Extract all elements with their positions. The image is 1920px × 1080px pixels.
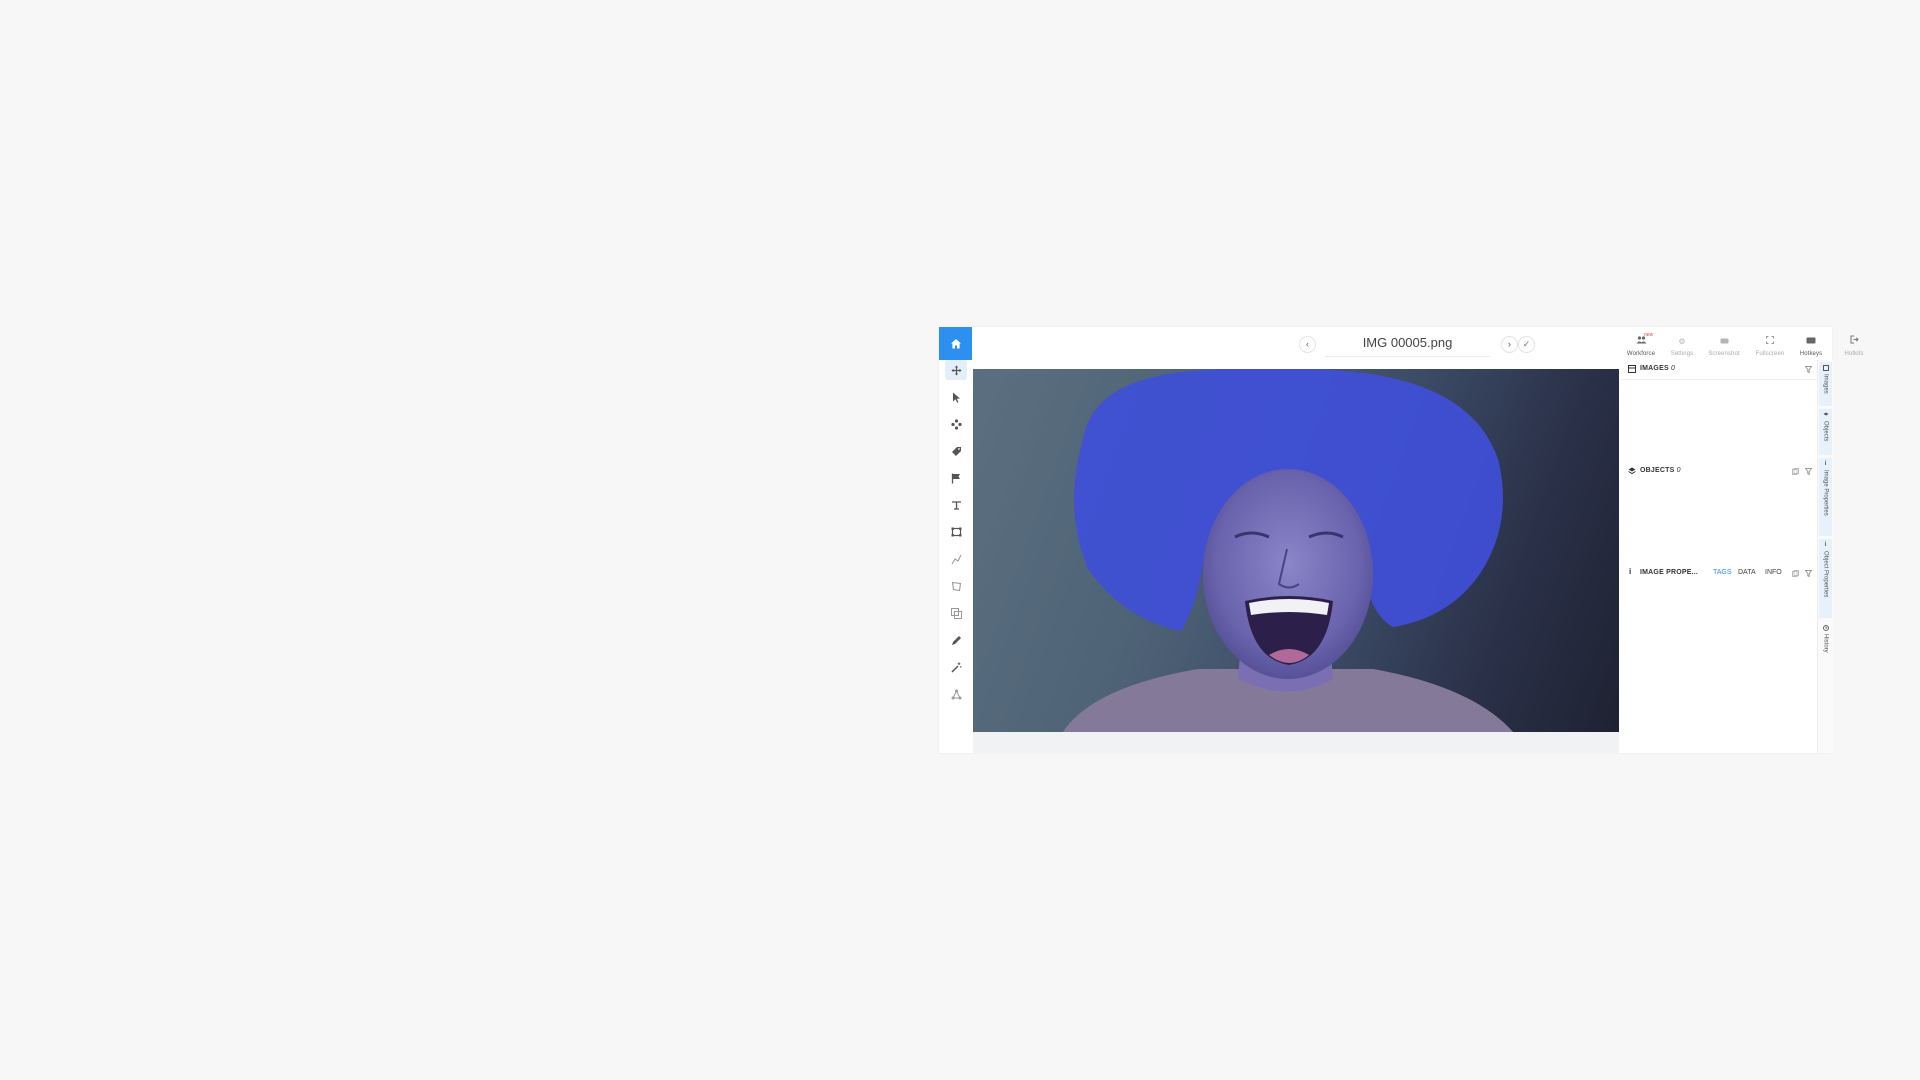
filter-icon[interactable] [1805, 570, 1812, 577]
new-badge: new [1644, 332, 1654, 338]
confirm-button[interactable]: ✓ [1518, 336, 1535, 353]
rightbar-object-properties-label: Object Properties [1822, 551, 1829, 598]
right-tab-bar: Images Objects i Image Properties i Obje… [1817, 360, 1833, 753]
hotkeys-label: Hotkeys [1799, 351, 1823, 357]
info-icon: i [1824, 542, 1827, 548]
images-label: IMAGES 0 [1640, 365, 1676, 372]
images-icon [1822, 365, 1829, 371]
tab-info[interactable]: INFO [1765, 569, 1782, 576]
clock-icon [1822, 625, 1829, 631]
info-icon: i [1824, 461, 1827, 467]
chevron-right-icon: › [1508, 339, 1511, 349]
graph-icon [951, 689, 961, 699]
rightbar-images[interactable]: Images [1819, 362, 1832, 406]
image-canvas[interactable] [973, 369, 1619, 732]
gear-icon: ⚙ [1678, 337, 1686, 346]
pen-tool[interactable] [945, 630, 967, 650]
magic-wand-tool[interactable] [945, 657, 967, 677]
rightbar-objects[interactable]: Objects [1819, 409, 1832, 455]
tab-tags[interactable]: TAGS [1713, 569, 1732, 576]
filter-icon[interactable] [1805, 366, 1812, 373]
settings-label: Settings [1670, 351, 1694, 357]
rightbar-images-label: Images [1822, 374, 1829, 394]
tab-data[interactable]: DATA [1738, 569, 1756, 576]
annotation-app: ‹ IMG 00005.png › ✓ new Workforce ⚙ Sett… [939, 327, 1863, 753]
pointer-tool[interactable] [945, 387, 967, 407]
tag-tool[interactable] [945, 441, 967, 461]
divider [1621, 379, 1817, 380]
layers-icon [1628, 467, 1636, 475]
screenshot-label: Screenshot [1708, 351, 1740, 357]
move-icon [951, 365, 961, 375]
home-button[interactable] [939, 327, 972, 360]
annotated-photo [1063, 369, 1513, 732]
images-section-header[interactable]: IMAGES 0 [1621, 363, 1817, 377]
check-icon: ✓ [1522, 339, 1531, 349]
rightbar-objects-label: Objects [1822, 421, 1829, 442]
flag-tool[interactable] [945, 468, 967, 488]
prev-image-button[interactable]: ‹ [1299, 336, 1316, 353]
rightbar-image-properties[interactable]: i Image Properties [1819, 458, 1832, 536]
objects-count: 0 [1676, 467, 1681, 474]
objects-label: OBJECTS 0 [1640, 467, 1681, 474]
pen-icon [951, 635, 961, 645]
filter-icon[interactable] [1805, 468, 1812, 475]
fullscreen-label: Fullscreen [1755, 351, 1785, 357]
canvas-footer [973, 732, 1619, 753]
home-icon [950, 338, 961, 348]
rightbar-history-label: History [1822, 634, 1829, 653]
rightbar-history[interactable]: History [1819, 622, 1832, 662]
move-tool[interactable] [945, 360, 967, 380]
workforce-label: Workforce [1626, 351, 1656, 357]
magic-wand-icon [950, 662, 961, 673]
workforce-button[interactable]: new Workforce [1621, 331, 1661, 357]
screenshot-button[interactable]: Screenshot [1704, 331, 1744, 357]
layers-icon [950, 607, 962, 619]
exit-button[interactable]: Hotkits [1834, 331, 1874, 357]
polygon-icon [951, 581, 961, 591]
top-bar: ‹ IMG 00005.png › ✓ new Workforce ⚙ Sett… [972, 327, 1863, 360]
fullscreen-button[interactable]: Fullscreen [1750, 331, 1790, 357]
copy-icon[interactable] [1792, 570, 1799, 577]
rectangle-tool[interactable] [945, 522, 967, 542]
image-properties-label: IMAGE PROPE... [1640, 569, 1699, 576]
pointer-icon [952, 392, 960, 403]
flag-icon [951, 473, 960, 483]
keyboard-icon [1806, 337, 1816, 344]
polygon-tool[interactable] [945, 576, 967, 596]
hotkeys-button[interactable]: Hotkeys [1791, 331, 1831, 357]
fullscreen-icon [1766, 336, 1774, 344]
left-toolbar [939, 360, 972, 753]
settings-button[interactable]: ⚙ Settings [1662, 331, 1702, 357]
pan-tool[interactable] [945, 414, 967, 434]
tag-icon [951, 446, 961, 456]
polyline-icon [951, 554, 961, 564]
camera-icon [1720, 338, 1728, 344]
keypoint-icon [951, 500, 961, 510]
graph-tool[interactable] [945, 684, 967, 704]
images-count: 0 [1670, 365, 1676, 372]
exit-icon [1850, 335, 1859, 344]
keypoint-tool[interactable] [945, 495, 967, 515]
image-title: IMG 00005.png [1325, 332, 1490, 357]
rectangle-icon [951, 527, 961, 537]
copy-icon[interactable] [1792, 468, 1799, 475]
rightbar-image-properties-label: Image Properties [1822, 470, 1829, 516]
side-panel: IMAGES 0 OBJECTS 0 i IMAGE PROPE... TAGS… [1621, 360, 1817, 753]
image-properties-section-header[interactable]: i IMAGE PROPE... TAGS DATA INFO [1621, 567, 1817, 581]
chevron-left-icon: ‹ [1306, 339, 1309, 349]
polyline-tool[interactable] [945, 549, 967, 569]
layers-tool[interactable] [945, 603, 967, 623]
rightbar-object-properties[interactable]: i Object Properties [1819, 539, 1832, 618]
objects-section-header[interactable]: OBJECTS 0 [1621, 465, 1817, 479]
info-icon: i [1629, 567, 1632, 576]
images-icon [1628, 365, 1636, 373]
exit-label: Hotkits [1844, 351, 1864, 357]
layers-icon [1823, 412, 1828, 416]
pan-icon [950, 418, 962, 430]
next-image-button[interactable]: › [1501, 336, 1518, 353]
